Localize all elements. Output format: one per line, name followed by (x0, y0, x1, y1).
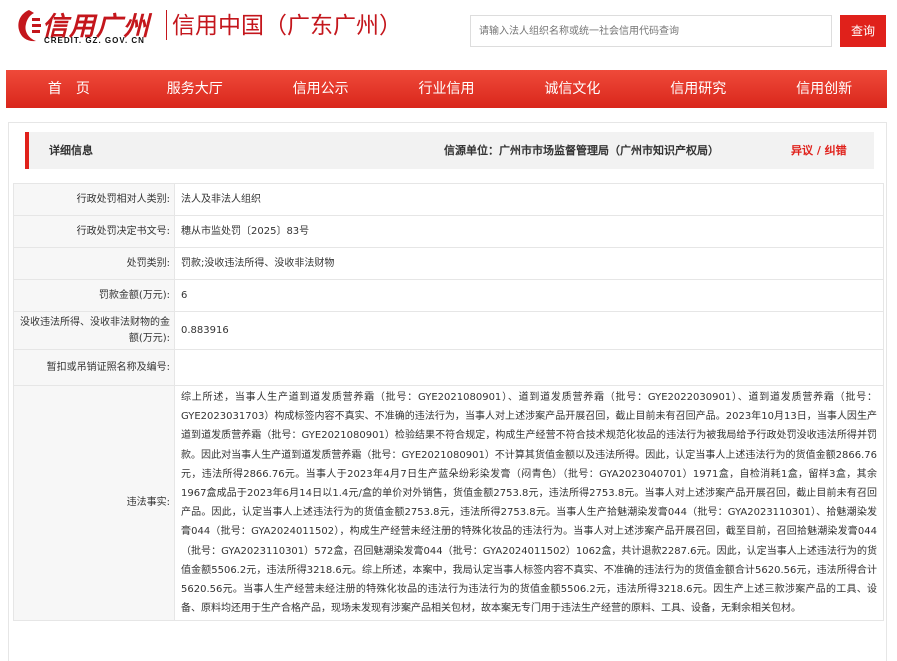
logo-subtext: CREDIT. GZ. GOV. CN (44, 36, 145, 45)
penalty-info-table: 行政处罚相对人类别: 法人及非法人组织 行政处罚决定书文号: 穗从市监处罚〔20… (13, 183, 884, 622)
row-value: 穗从市监处罚〔2025〕83号 (174, 215, 884, 248)
row-value: 0.883916 (174, 311, 884, 350)
site-header: 信用广州 CREDIT. GZ. GOV. CN 信用中国（广东广州） 查询 (0, 0, 897, 66)
nav-item-credit-research[interactable]: 信用研究 (635, 70, 761, 108)
row-label: 处罚类别: (13, 247, 175, 280)
site-logo[interactable]: 信用广州 CREDIT. GZ. GOV. CN (14, 6, 164, 50)
table-row: 没收违法所得、没收非法财物的金额(万元): 0.883916 (13, 311, 884, 350)
row-label: 罚款金额(万元): (13, 279, 175, 312)
table-row: 违法事实: 综上所述，当事人生产道到道发质营养霜（批号：GYE202108090… (13, 384, 884, 622)
row-label: 行政处罚相对人类别: (13, 183, 175, 216)
search-button[interactable]: 查询 (840, 15, 886, 47)
row-label: 暂扣或吊销证照名称及编号: (13, 349, 175, 386)
nav-item-industry-credit[interactable]: 行业信用 (384, 70, 510, 108)
site-name: 信用中国（广东广州） (172, 13, 402, 39)
row-label: 行政处罚决定书文号: (13, 215, 175, 248)
objection-link[interactable]: 异议 / 纠错 (791, 132, 847, 169)
row-value: 罚款;没收违法所得、没收非法财物 (174, 247, 884, 280)
detail-title: 详细信息 (49, 144, 93, 157)
nav-item-credit-innovation[interactable]: 信用创新 (761, 70, 887, 108)
table-row: 行政处罚决定书文号: 穗从市监处罚〔2025〕83号 (13, 215, 884, 248)
detail-header: 详细信息 信源单位：广州市市场监督管理局（广州市知识产权局） 异议 / 纠错 (25, 132, 874, 169)
table-row: 处罚类别: 罚款;没收违法所得、没收非法财物 (13, 247, 884, 280)
facts-label: 违法事实: (13, 384, 175, 622)
nav-item-integrity-culture[interactable]: 诚信文化 (509, 70, 635, 108)
row-label: 没收违法所得、没收非法财物的金额(万元): (13, 311, 175, 350)
table-row: 罚款金额(万元): 6 (13, 279, 884, 312)
nav-item-home[interactable]: 首 页 (6, 70, 132, 108)
detail-panel: 详细信息 信源单位：广州市市场监督管理局（广州市知识产权局） 异议 / 纠错 行… (8, 122, 887, 661)
table-row: 行政处罚相对人类别: 法人及非法人组织 (13, 183, 884, 216)
main-nav: 首 页 服务大厅 信用公示 行业信用 诚信文化 信用研究 信用创新 (6, 70, 887, 108)
logo-divider (166, 10, 167, 40)
search-input[interactable] (470, 15, 832, 47)
facts-text: 综上所述，当事人生产道到道发质营养霜（批号：GYE2021080901）、道到道… (174, 384, 884, 622)
nav-item-credit-disclosure[interactable]: 信用公示 (258, 70, 384, 108)
logo-mark-icon (18, 10, 41, 42)
row-value: 6 (174, 279, 884, 312)
row-value (174, 349, 884, 386)
nav-item-service-hall[interactable]: 服务大厅 (132, 70, 258, 108)
row-value: 法人及非法人组织 (174, 183, 884, 216)
source-unit: 信源单位：广州市市场监督管理局（广州市知识产权局） (444, 144, 719, 157)
table-row: 暂扣或吊销证照名称及编号: (13, 349, 884, 386)
